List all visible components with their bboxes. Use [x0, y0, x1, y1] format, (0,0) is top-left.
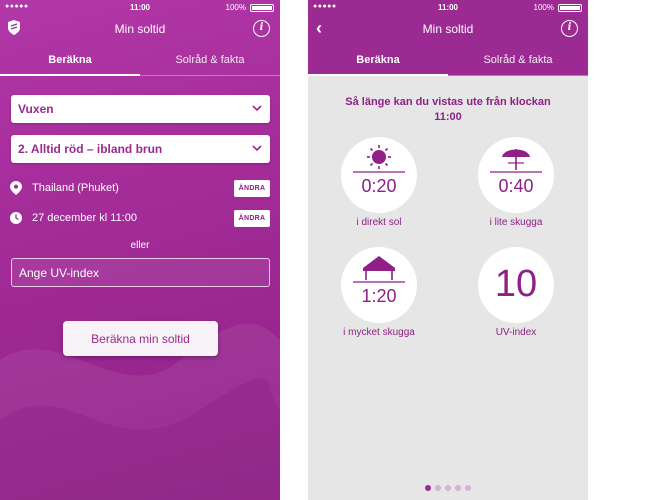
page-dot[interactable]	[445, 485, 451, 491]
tab-bar: Beräkna Solråd & fakta	[0, 46, 280, 76]
result-label: i direkt sol	[356, 217, 402, 228]
result-circle: 10	[478, 247, 554, 323]
clock-icon	[10, 212, 22, 224]
results-heading: Så länge kan du vistas ute från klockan …	[318, 95, 578, 125]
tab-sun-advice[interactable]: Solråd & fakta	[140, 46, 280, 76]
result-light-shade: 0:40 i lite skugga	[476, 137, 556, 247]
nav-bar: ‹ Min soltid i	[308, 14, 588, 46]
results-heading-line1: Så länge kan du vistas ute från klockan	[345, 96, 551, 108]
pavilion-icon	[353, 256, 405, 283]
page-dot[interactable]	[465, 485, 471, 491]
age-select[interactable]: Vuxen	[11, 95, 270, 123]
tab-divider	[308, 75, 588, 76]
change-location-button[interactable]: ÄNDRA	[234, 180, 270, 197]
result-circle: 0:20	[341, 137, 417, 213]
tab-calculate[interactable]: Beräkna	[308, 46, 448, 76]
result-circle: 0:40	[478, 137, 554, 213]
parasol-icon	[490, 149, 542, 173]
tab-bar: Beräkna Solråd & fakta	[308, 46, 588, 76]
sun-icon	[353, 145, 405, 173]
page-dot[interactable]	[455, 485, 461, 491]
result-circle: 1:20	[341, 247, 417, 323]
battery-icon	[558, 4, 582, 12]
page-dot[interactable]	[425, 485, 431, 491]
battery-percent: 100%	[533, 3, 554, 12]
datetime-row: 27 december kl 11:00 ÄNDRA	[10, 209, 270, 229]
page-title: Min soltid	[114, 22, 166, 36]
result-label: i lite skugga	[489, 217, 543, 228]
age-select-value: Vuxen	[18, 102, 54, 116]
page-dot[interactable]	[435, 485, 441, 491]
datetime-value: 27 december kl 11:00	[32, 212, 137, 224]
result-label: i mycket skugga	[343, 327, 415, 338]
info-icon[interactable]: i	[561, 20, 578, 37]
skin-type-value: 2. Alltid röd – ibland brun	[18, 142, 163, 156]
location-row: Thailand (Phuket) ÄNDRA	[10, 179, 270, 199]
page-indicator	[308, 478, 588, 496]
tab-calculate[interactable]: Beräkna	[0, 46, 140, 76]
calculate-button[interactable]: Beräkna min soltid	[63, 321, 218, 356]
result-time-value: 0:40	[498, 176, 534, 196]
change-datetime-button[interactable]: ÄNDRA	[234, 210, 270, 227]
or-label: eller	[130, 240, 150, 251]
location-value: Thailand (Phuket)	[32, 182, 119, 194]
chevron-down-icon	[252, 145, 262, 152]
page-title: Min soltid	[422, 22, 474, 36]
result-uv-index: 10 UV-index	[476, 247, 556, 357]
result-label: UV-index	[495, 327, 537, 338]
nav-bar: Min soltid i	[0, 14, 280, 46]
result-heavy-shade: 1:20 i mycket skugga	[339, 247, 419, 357]
results-heading-time: 11:00	[434, 111, 462, 123]
tab-sun-advice[interactable]: Solråd & fakta	[448, 46, 588, 76]
result-direct-sun: 0:20 i direkt sol	[339, 137, 419, 247]
result-time-value: 1:20	[361, 286, 397, 306]
battery-icon	[250, 4, 274, 12]
uv-index-input[interactable]	[11, 258, 270, 287]
result-time-value: 0:20	[361, 176, 397, 196]
info-icon[interactable]: i	[253, 20, 270, 37]
status-bar: ●●●●● 11:00 100%	[0, 0, 280, 14]
skin-type-select[interactable]: 2. Alltid röd – ibland brun	[11, 135, 270, 163]
tab-divider	[0, 75, 280, 76]
location-pin-icon	[10, 181, 22, 195]
calculator-screen: ●●●●● 11:00 100% Min soltid i Beräkna So…	[0, 0, 280, 500]
chevron-down-icon	[252, 105, 262, 112]
battery-percent: 100%	[225, 3, 246, 12]
status-bar: ●●●●● 11:00 100%	[308, 0, 588, 14]
uv-index-value: 10	[494, 263, 538, 305]
results-screen: ●●●●● 11:00 100% ‹ Min soltid i Beräkna …	[308, 0, 588, 500]
